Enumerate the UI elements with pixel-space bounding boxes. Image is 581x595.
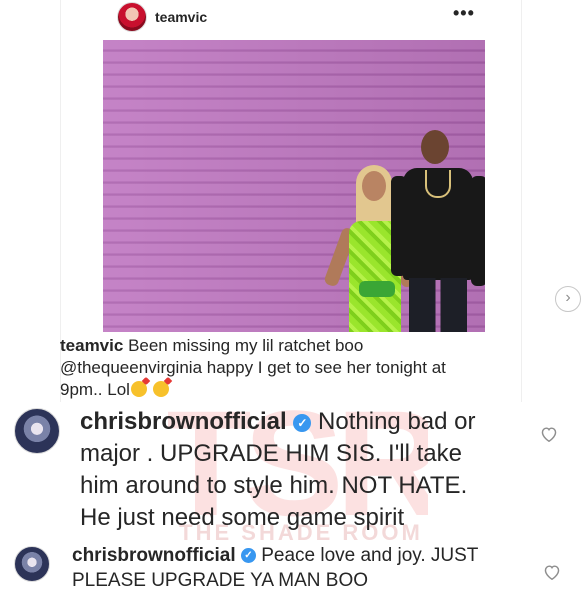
avatar[interactable] xyxy=(117,2,147,32)
comment-line: major . UPGRADE HIM SIS. I'll take xyxy=(80,440,462,467)
comment: chrisbrownofficial ✓ Nothing bad or majo… xyxy=(0,400,581,531)
comment-line: He just need some game spirit xyxy=(80,504,405,531)
comment-line: PLEASE UPGRADE YA MAN BOO xyxy=(72,570,369,591)
caption-username[interactable]: teamvic xyxy=(60,336,123,355)
like-heart-icon[interactable] xyxy=(540,426,558,442)
comment: chrisbrownofficial ✓ Peace love and joy.… xyxy=(0,540,581,595)
avatar[interactable] xyxy=(14,546,50,582)
caption-line2: happy I get to see her tonight at xyxy=(206,358,446,377)
comment-username[interactable]: chrisbrownofficial xyxy=(72,545,236,566)
comment-username[interactable]: chrisbrownofficial xyxy=(80,408,287,435)
carousel-next-icon[interactable]: › xyxy=(555,286,581,312)
verified-badge-icon: ✓ xyxy=(240,548,256,564)
verified-badge-icon: ✓ xyxy=(293,413,312,432)
comment-text: chrisbrownofficial ✓ Peace love and joy.… xyxy=(72,543,532,593)
kiss-emoji-icon xyxy=(130,381,147,397)
post-photo[interactable] xyxy=(103,40,485,332)
caption-mention[interactable]: @thequeenvirginia xyxy=(60,358,202,377)
avatar[interactable] xyxy=(14,408,60,454)
like-heart-icon[interactable] xyxy=(543,564,561,580)
comment-text: chrisbrownofficial ✓ Nothing bad or majo… xyxy=(80,406,530,534)
more-options-icon[interactable]: ••• xyxy=(453,3,475,24)
post-username[interactable]: teamvic xyxy=(155,9,207,25)
post-header: teamvic ••• xyxy=(61,0,521,34)
comment-line: Peace love and joy. JUST xyxy=(261,545,479,566)
comment-line: Nothing bad or xyxy=(318,408,476,435)
comment-line: him around to style him. NOT HATE. xyxy=(80,472,468,499)
caption-line1: Been missing my lil ratchet boo xyxy=(128,336,364,355)
caption-line3: 9pm.. Lol xyxy=(60,380,130,399)
post-caption: teamvic Been missing my lil ratchet boo … xyxy=(60,335,500,401)
kiss-emoji-icon xyxy=(152,381,169,397)
